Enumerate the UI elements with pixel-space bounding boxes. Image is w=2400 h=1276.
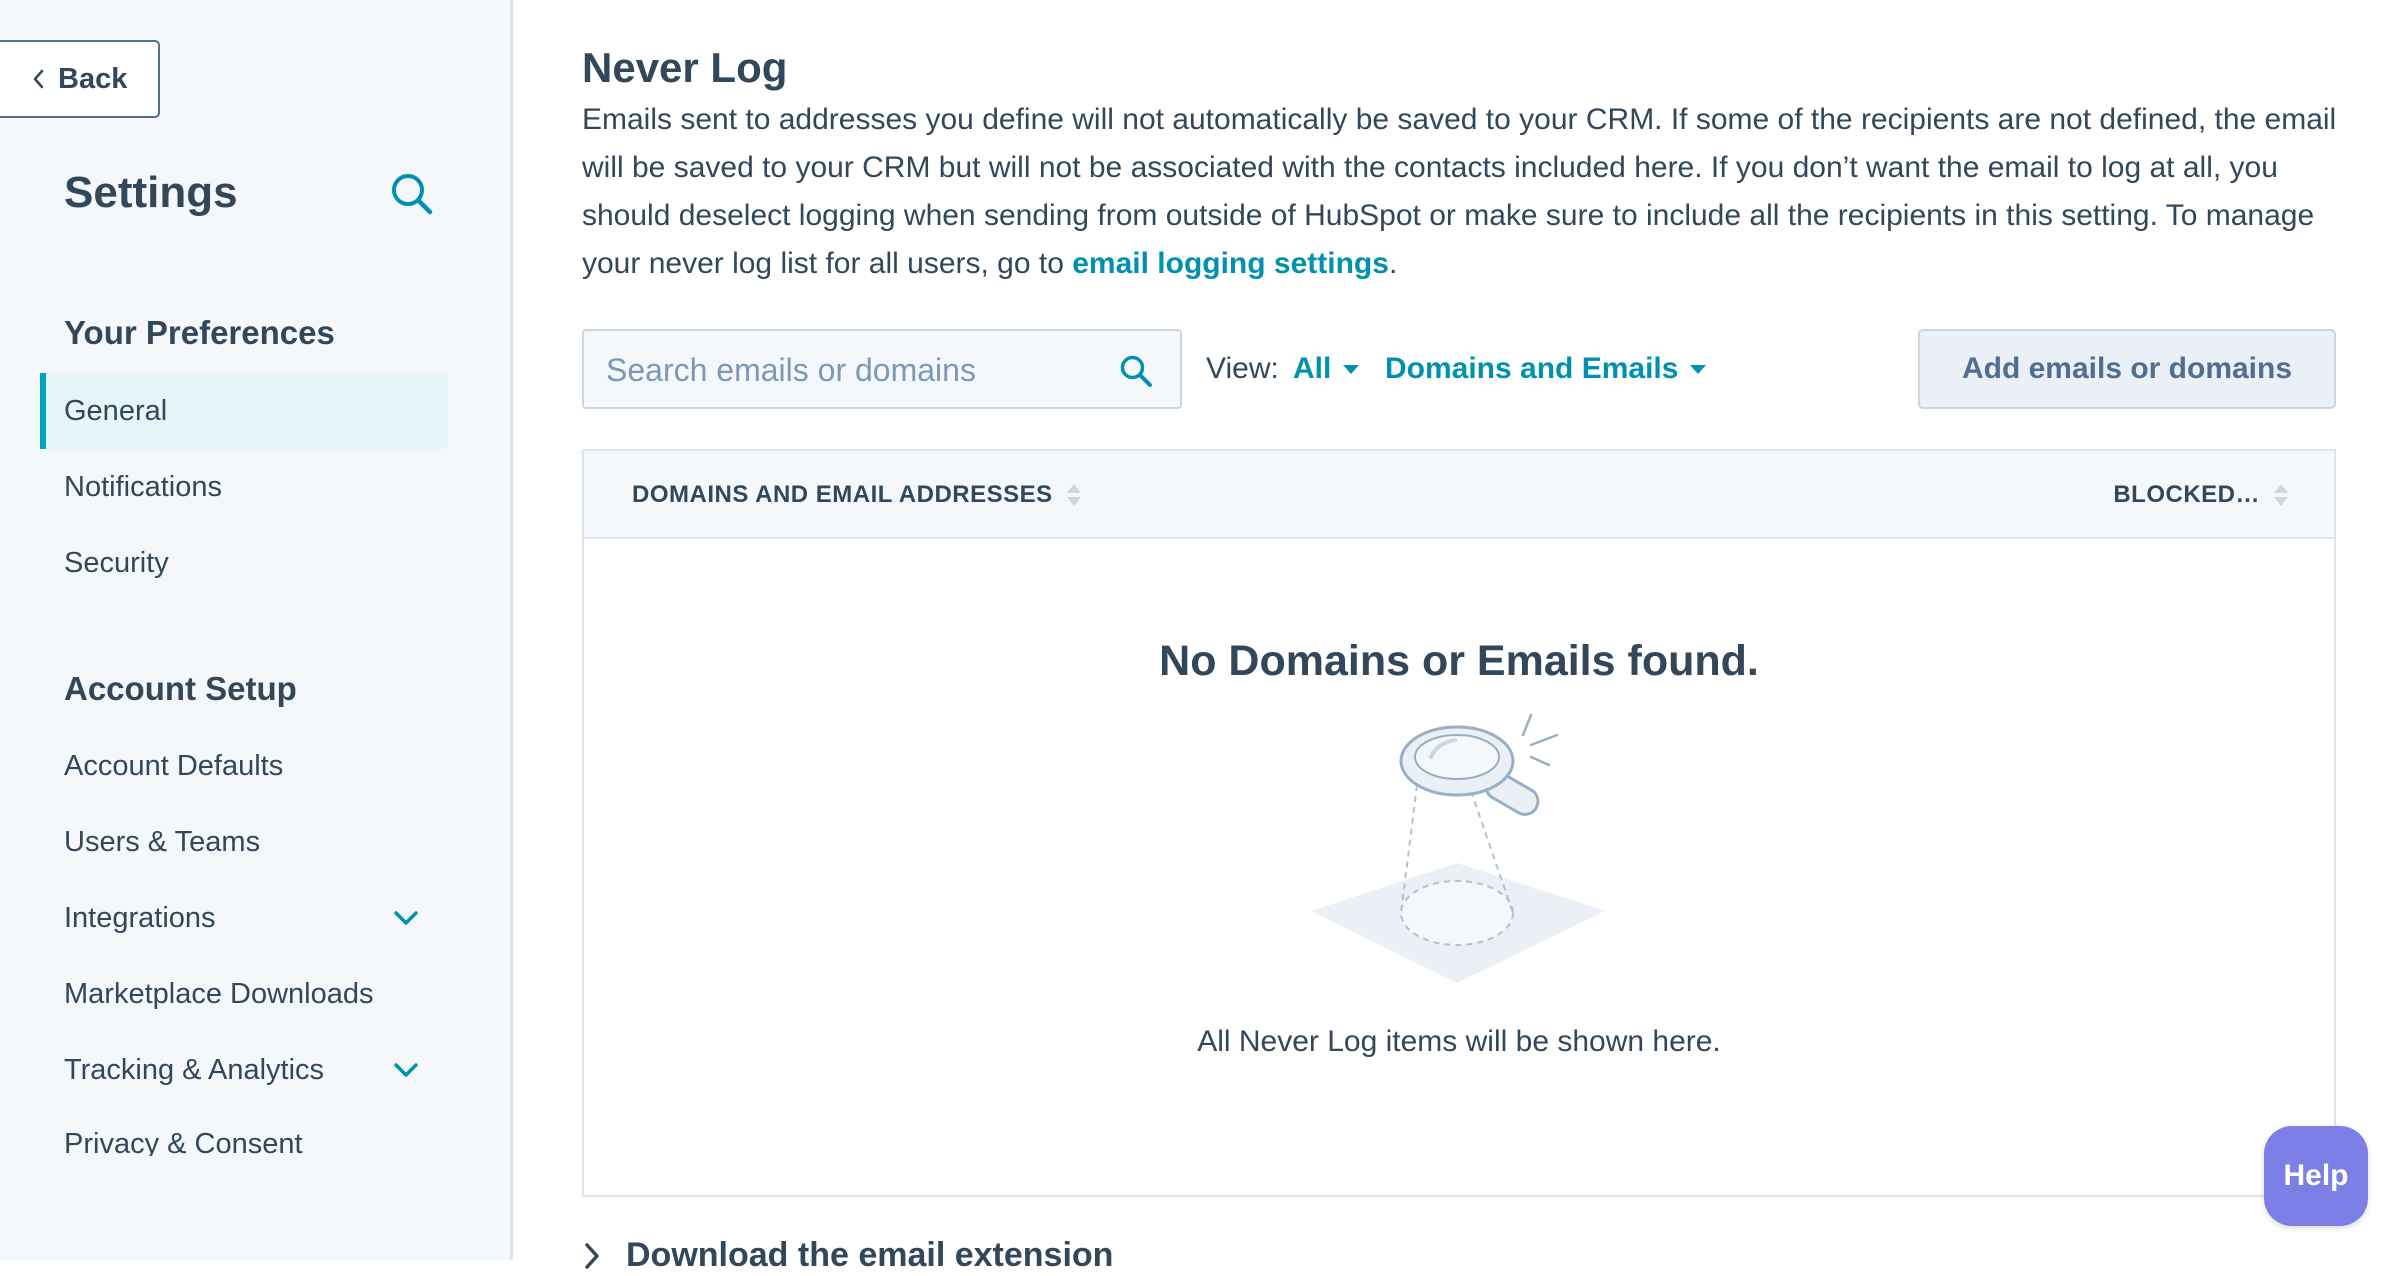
sidebar-item-general[interactable]: General	[40, 373, 448, 449]
sidebar-item-label: General	[64, 394, 168, 427]
caret-down-icon	[1343, 364, 1360, 374]
column-header-label: BLOCKED…	[2113, 481, 2260, 508]
sidebar-item-notifications[interactable]: Notifications	[40, 449, 448, 525]
empty-state-title: No Domains or Emails found.	[1159, 637, 1759, 685]
back-label: Back	[58, 62, 128, 95]
section-title-account-setup: Account Setup	[64, 670, 297, 707]
sidebar-item-label: Notifications	[64, 470, 222, 503]
chevron-left-icon	[18, 68, 58, 90]
search-icon[interactable]	[388, 170, 438, 220]
caret-down-icon	[1690, 364, 1707, 374]
column-header-domains[interactable]: DOMAINS AND EMAIL ADDRESSES	[632, 481, 1081, 509]
sidebar-item-users-teams[interactable]: Users & Teams	[40, 804, 448, 880]
sidebar-item-label: Account Defaults	[64, 749, 284, 782]
sidebar-item-label: Integrations	[64, 901, 216, 934]
chevron-down-icon[interactable]	[392, 904, 420, 932]
page-description: Emails sent to addresses you define will…	[582, 96, 2342, 288]
sidebar-item-privacy-consent[interactable]: Privacy & Consent	[40, 1108, 448, 1156]
sidebar-item-integrations[interactable]: Integrations	[40, 880, 448, 956]
description-end: .	[1388, 247, 1398, 280]
empty-state-subtitle: All Never Log items will be shown here.	[1197, 1025, 1721, 1058]
sidebar-item-tracking-analytics[interactable]: Tracking & Analytics	[40, 1032, 448, 1108]
type-filter-value: Domains and Emails	[1385, 352, 1679, 385]
chevron-down-icon[interactable]	[392, 1056, 420, 1084]
search-field[interactable]	[582, 329, 1182, 409]
section-title-your-preferences: Your Preferences	[64, 314, 335, 351]
never-log-table: DOMAINS AND EMAIL ADDRESSES BLOCKED… No …	[582, 449, 2336, 1197]
description-text: Emails sent to addresses you define will…	[582, 103, 2337, 280]
sidebar-item-label: Security	[64, 546, 169, 579]
view-filter-dropdown[interactable]: All	[1293, 352, 1360, 386]
view-label: View:	[1206, 352, 1279, 385]
table-header: DOMAINS AND EMAIL ADDRESSES BLOCKED…	[584, 451, 2334, 539]
view-filter-value: All	[1293, 352, 1332, 385]
sidebar-item-label: Marketplace Downloads	[64, 977, 374, 1010]
chevron-right-icon	[582, 1241, 604, 1271]
column-header-label: DOMAINS AND EMAIL ADDRESSES	[632, 481, 1053, 508]
sidebar-item-marketplace-downloads[interactable]: Marketplace Downloads	[40, 956, 448, 1032]
sort-icon	[2274, 484, 2288, 506]
download-extension-label: Download the email extension	[626, 1236, 1114, 1274]
settings-title: Settings	[64, 168, 238, 217]
column-header-blocked[interactable]: BLOCKED…	[2113, 481, 2288, 509]
search-icon[interactable]	[1118, 353, 1154, 389]
page-title: Never Log	[582, 44, 788, 91]
search-input[interactable]	[584, 331, 1128, 409]
help-button[interactable]: Help	[2264, 1126, 2368, 1226]
sidebar-item-account-defaults[interactable]: Account Defaults	[40, 728, 448, 804]
download-extension-toggle[interactable]: Download the email extension	[582, 1236, 1113, 1275]
sidebar-item-label: Privacy & Consent	[64, 1128, 303, 1156]
type-filter-dropdown[interactable]: Domains and Emails	[1385, 352, 1707, 386]
sidebar-item-label: Users & Teams	[64, 825, 261, 858]
sidebar-item-label: Tracking & Analytics	[64, 1053, 325, 1086]
email-logging-settings-link[interactable]: email logging settings	[1072, 247, 1389, 280]
sort-icon	[1066, 484, 1081, 506]
settings-sidebar: Back Settings Your Preferences General N…	[0, 0, 513, 1260]
add-emails-or-domains-button[interactable]: Add emails or domains	[1918, 329, 2336, 409]
back-button[interactable]: Back	[0, 40, 160, 118]
magnifying-glass-illustration	[1309, 713, 1609, 993]
sidebar-item-security[interactable]: Security	[40, 525, 448, 601]
